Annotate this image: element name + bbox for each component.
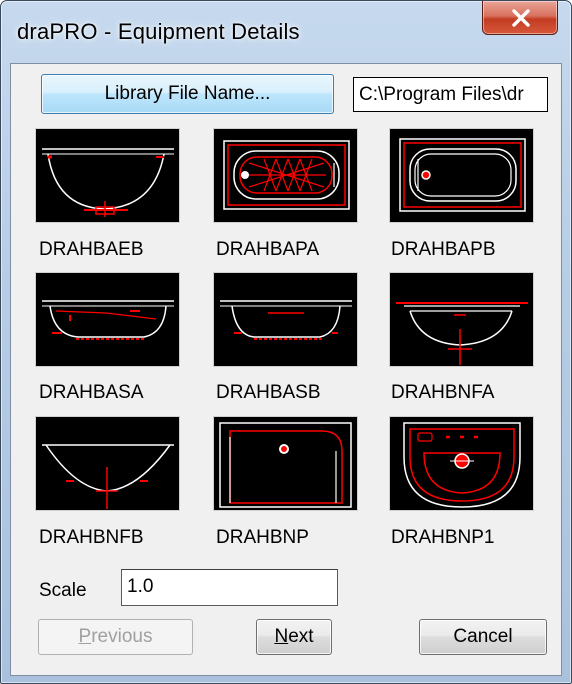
thumbnail-label: DRAHBAEB: [39, 239, 144, 260]
thumbnail-drahbaeb[interactable]: [35, 128, 180, 223]
thumbnail-drahbapa[interactable]: [213, 128, 358, 223]
thumbnail-label: DRAHBNFA: [391, 382, 495, 403]
thumbnail-label: DRAHBNFB: [39, 527, 144, 548]
bathtub-side-elevation-icon: [42, 300, 174, 340]
bathtub-plan-whirlpool-icon: [223, 140, 350, 210]
dialog-client-area: Library File Name... C:\Program Files\dr…: [10, 63, 562, 676]
close-button[interactable]: [482, 1, 558, 35]
previous-button[interactable]: Previous: [38, 619, 193, 655]
scale-input[interactable]: 1.0: [121, 569, 338, 606]
dialog-window: draPRO - Equipment Details Library File …: [0, 0, 572, 684]
thumbnail-label: DRAHBAPA: [216, 239, 320, 260]
thumbnail-drahbasb[interactable]: [213, 272, 358, 367]
basin-plan-faucet-icon: [403, 422, 521, 508]
thumbnail-drahbasa[interactable]: [35, 272, 180, 367]
basin-front-elevation-icon: [396, 302, 528, 365]
previous-label-post: revious: [91, 626, 153, 647]
next-mnemonic: N: [274, 626, 289, 647]
thumbnail-drahbnfb[interactable]: [35, 416, 180, 511]
thumbnail-label: DRAHBNP1: [391, 527, 495, 548]
bathtub-plan-icon: [399, 138, 526, 212]
next-label-post: ext: [288, 626, 314, 647]
title-bar[interactable]: draPRO - Equipment Details: [1, 1, 571, 63]
thumbnail-drahbnfa[interactable]: [389, 272, 534, 367]
thumbnail-drahbapb[interactable]: [389, 128, 534, 223]
close-icon: [512, 9, 530, 27]
thumbnail-label: DRAHBASB: [216, 382, 321, 403]
thumbnail-label: DRAHBASA: [39, 382, 144, 403]
window-title: draPRO - Equipment Details: [17, 19, 300, 44]
thumbnail-drahbnp[interactable]: [213, 416, 358, 511]
basin-plan-icon: [219, 422, 352, 508]
bathtub-elevation-icon: [42, 148, 174, 217]
library-file-name-button[interactable]: Library File Name...: [41, 74, 334, 114]
thumbnail-drahbnp1[interactable]: [389, 416, 534, 511]
bowl-elevation-icon: [42, 444, 174, 509]
cancel-button[interactable]: Cancel: [419, 619, 547, 655]
next-button[interactable]: Next: [256, 619, 332, 655]
bathtub-side-elevation-b-icon: [220, 300, 352, 340]
thumbnail-label: DRAHBAPB: [391, 239, 496, 260]
previous-mnemonic: P: [78, 626, 92, 647]
library-path-field[interactable]: C:\Program Files\dr: [353, 77, 548, 112]
thumbnail-label: DRAHBNP: [216, 527, 309, 548]
scale-label: Scale: [39, 580, 87, 601]
